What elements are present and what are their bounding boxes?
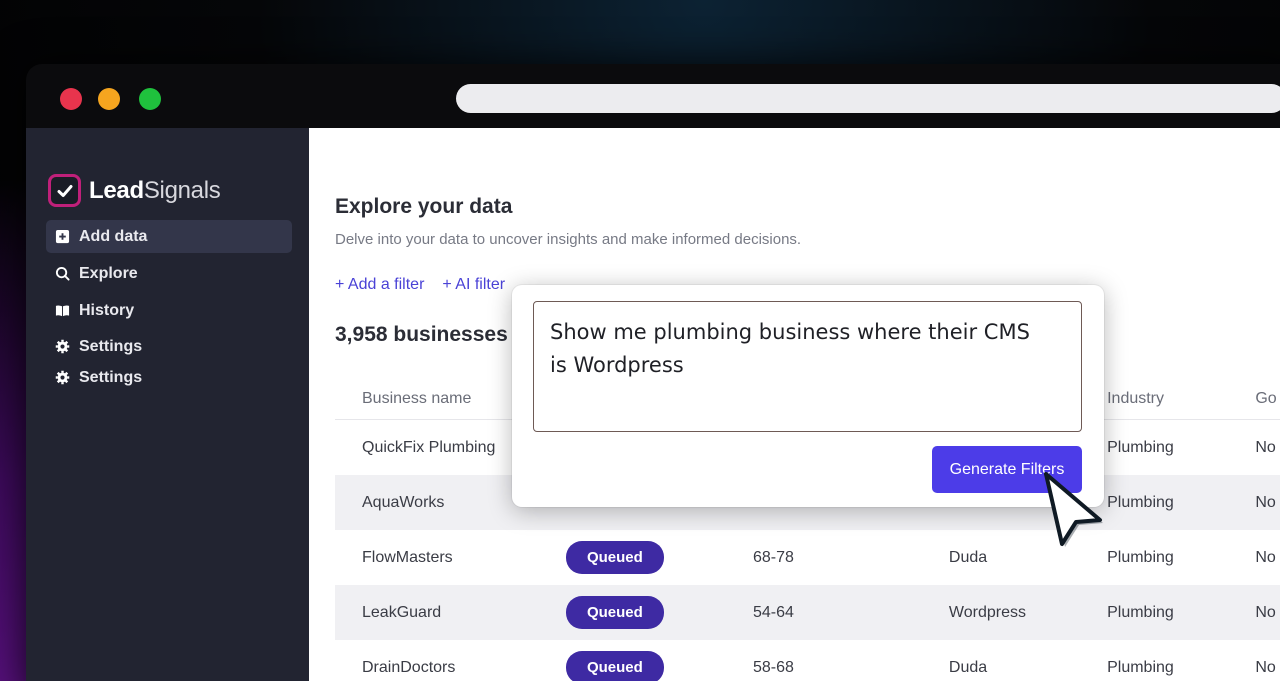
range-cell: 58-68 bbox=[752, 658, 794, 676]
status-badge: Queued bbox=[565, 651, 664, 681]
extra-cell: No bbox=[1255, 548, 1276, 566]
plus-square-icon bbox=[54, 229, 70, 245]
status-badge: Queued bbox=[565, 596, 664, 629]
page-subtitle: Delve into your data to uncover insights… bbox=[335, 231, 802, 248]
sidebar-item-settings-2[interactable]: Settings bbox=[46, 362, 292, 393]
sidebar-nav: Add data Explore History Settings Settin… bbox=[46, 220, 292, 393]
range-cell: 54-64 bbox=[752, 603, 794, 621]
sidebar-item-settings[interactable]: Settings bbox=[46, 331, 292, 362]
filter-bar: + Add a filter + AI filter bbox=[335, 276, 505, 294]
maximize-window-button[interactable] bbox=[139, 88, 161, 110]
page-title: Explore your data bbox=[335, 195, 513, 218]
gear-icon bbox=[54, 339, 70, 355]
app-logo[interactable]: LeadSignals bbox=[48, 174, 221, 207]
app-name: LeadSignals bbox=[89, 176, 221, 204]
mouse-pointer-icon bbox=[1044, 472, 1103, 547]
window-titlebar bbox=[26, 64, 1280, 128]
results-count: 3,958 businesses bbox=[335, 323, 508, 346]
sidebar-item-explore[interactable]: Explore bbox=[46, 257, 292, 290]
table-row[interactable]: FlowMasters Queued 68-78 Duda Plumbing N… bbox=[335, 530, 1280, 585]
industry-cell: Plumbing bbox=[1107, 493, 1174, 511]
gear-icon bbox=[54, 370, 70, 386]
extra-cell: No bbox=[1255, 493, 1276, 511]
close-window-button[interactable] bbox=[60, 88, 82, 110]
sidebar-item-history[interactable]: History bbox=[46, 294, 292, 327]
extra-cell: No bbox=[1255, 658, 1276, 676]
industry-cell: Plumbing bbox=[1107, 658, 1174, 676]
sidebar-item-label: History bbox=[79, 301, 135, 319]
ai-filter-link[interactable]: + AI filter bbox=[442, 276, 505, 294]
ai-prompt-textarea[interactable]: Show me plumbing business where their CM… bbox=[533, 301, 1082, 432]
sidebar-item-add-data[interactable]: Add data bbox=[46, 220, 292, 253]
extra-cell: No bbox=[1255, 438, 1276, 456]
logo-check-icon bbox=[48, 174, 81, 207]
table-row[interactable]: LeakGuard Queued 54-64 Wordpress Plumbin… bbox=[335, 585, 1280, 640]
status-cell: Queued bbox=[565, 541, 753, 574]
book-icon bbox=[54, 303, 70, 319]
industry-cell: Plumbing bbox=[1107, 603, 1174, 621]
add-filter-link[interactable]: + Add a filter bbox=[335, 276, 424, 294]
sidebar-item-label: Add data bbox=[79, 227, 148, 245]
table-row[interactable]: DrainDoctors Queued 58-68 Duda Plumbing … bbox=[335, 640, 1280, 681]
sidebar: LeadSignals Add data Explore History Set… bbox=[26, 128, 309, 681]
column-header[interactable]: Industry bbox=[1107, 390, 1255, 408]
sidebar-item-label: Explore bbox=[79, 264, 138, 282]
extra-cell: No bbox=[1255, 603, 1276, 621]
prompt-line: is Wordpress bbox=[550, 353, 684, 377]
business-name-cell: FlowMasters bbox=[362, 548, 453, 566]
status-badge: Queued bbox=[565, 541, 664, 574]
status-cell: Queued bbox=[565, 651, 753, 681]
business-name-cell: LeakGuard bbox=[362, 603, 442, 621]
business-name-cell: DrainDoctors bbox=[362, 658, 456, 676]
column-header[interactable]: Go bbox=[1255, 390, 1280, 408]
cms-cell: Duda bbox=[948, 548, 988, 566]
address-bar[interactable] bbox=[456, 84, 1280, 113]
cms-cell: Wordpress bbox=[948, 603, 1026, 621]
sidebar-item-label: Settings bbox=[79, 337, 143, 355]
cms-cell: Duda bbox=[948, 658, 988, 676]
search-icon bbox=[54, 266, 70, 282]
status-cell: Queued bbox=[565, 596, 753, 629]
industry-cell: Plumbing bbox=[1107, 438, 1174, 456]
range-cell: 68-78 bbox=[752, 548, 794, 566]
minimize-window-button[interactable] bbox=[98, 88, 120, 110]
industry-cell: Plumbing bbox=[1107, 548, 1174, 566]
prompt-line: Show me plumbing business where their CM… bbox=[550, 320, 1030, 344]
ai-filter-popover: Show me plumbing business where their CM… bbox=[512, 285, 1104, 507]
sidebar-item-label: Settings bbox=[79, 368, 143, 386]
